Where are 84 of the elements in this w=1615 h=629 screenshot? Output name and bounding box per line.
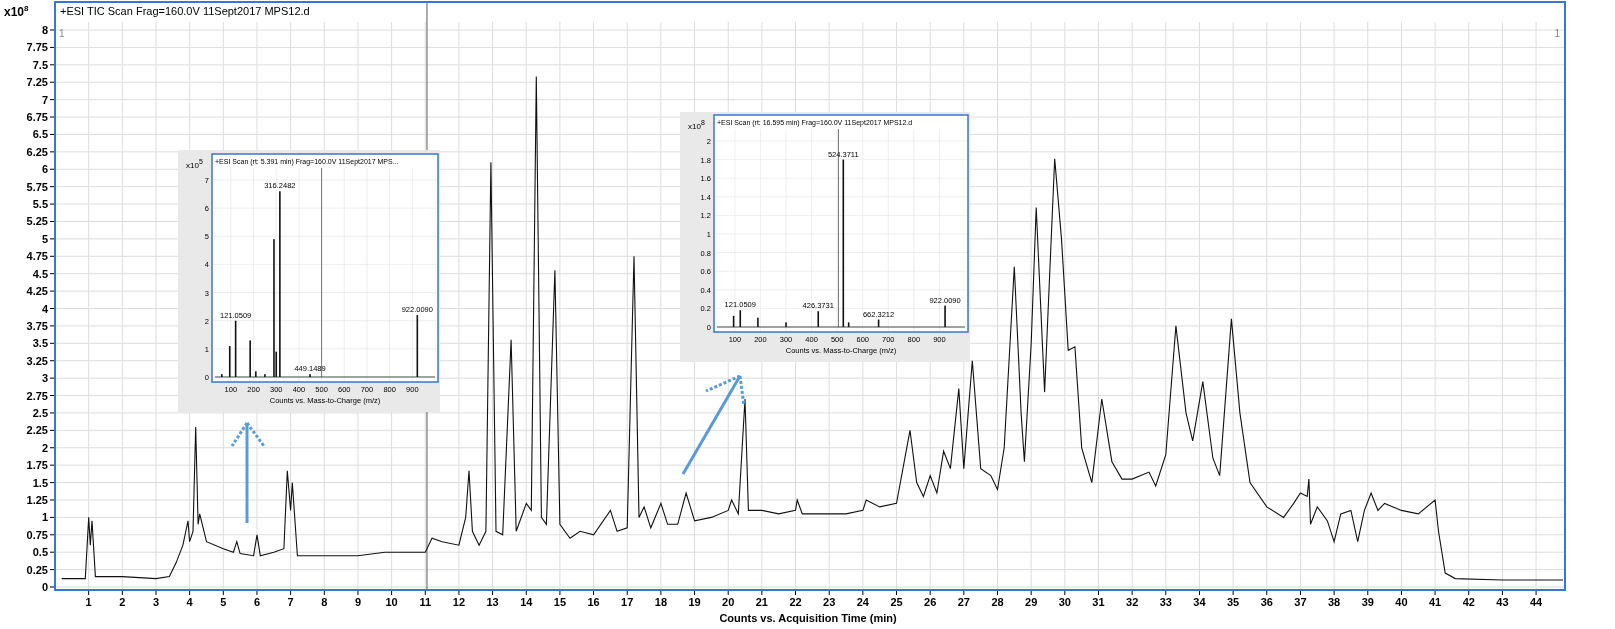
y-tick-label: 5.25 [26, 215, 48, 228]
chart-title: +ESI TIC Scan Frag=160.0V 11Sept2017 MPS12.d [60, 5, 310, 17]
y-tick-label: 1 [41, 511, 48, 524]
y-axis-exponent: x10$^{5}$ [186, 158, 203, 170]
x-tick-label: 24 [856, 596, 869, 608]
x-tick-label: 30 [1058, 596, 1071, 608]
x-tick-label: 7 [287, 596, 294, 608]
y-tick-label: 0.75 [26, 528, 48, 541]
x-tick-label: 14 [520, 596, 533, 608]
x-tick-label: 13 [486, 596, 499, 608]
x-tick-label: 10 [385, 596, 398, 608]
trace-label: 1 [1554, 28, 1560, 39]
y-tick-label: 7 [41, 93, 48, 106]
y-tick-label: 6 [41, 163, 48, 176]
y-tick-label: 1.75 [26, 459, 48, 472]
x-tick-label: 35 [1227, 596, 1240, 608]
y-tick-label: 1.5 [32, 476, 48, 489]
x-tick-label: 18 [654, 596, 667, 608]
y-tick-label: 3.75 [26, 319, 48, 332]
x-tick-label: 11 [419, 596, 432, 608]
x-tick-label: 3 [152, 596, 160, 608]
x-tick-label: 40 [1395, 596, 1408, 608]
y-tick-label: 4 [41, 302, 48, 315]
y-tick-label: 2.25 [26, 424, 48, 437]
x-tick-label: 42 [1462, 596, 1475, 608]
y-axis-exponent: x10$^{8}$ [688, 119, 705, 131]
y-tick-label: 4.5 [32, 267, 48, 280]
y-tick-label: 6.25 [26, 145, 48, 158]
x-tick-label: 31 [1092, 596, 1105, 608]
y-tick-label: 2.75 [26, 389, 48, 402]
x-tick-label: 20 [722, 596, 735, 608]
x-tick-label: 16 [587, 596, 600, 608]
x-tick-label: 27 [957, 596, 970, 608]
x-tick-label: 21 [755, 596, 768, 608]
x-tick-label: 44 [1529, 596, 1543, 608]
x-tick-label: 43 [1496, 596, 1509, 608]
y-tick-label: 0.5 [32, 546, 48, 559]
x-tick-label: 28 [991, 596, 1004, 608]
x-tick-label: 2 [119, 596, 126, 608]
y-tick-label: 3.5 [32, 337, 48, 350]
x-tick-label: 34 [1193, 596, 1206, 608]
y-tick-label: 5 [41, 232, 48, 245]
y-axis-exponent: x10$^{8}$ [4, 5, 29, 18]
x-tick-label: 1 [85, 596, 92, 608]
x-tick-label: 15 [553, 596, 567, 608]
trace-label: 1 [59, 28, 65, 39]
x-tick-label: 25 [890, 596, 903, 608]
x-tick-label: 17 [621, 596, 634, 608]
y-tick-label: 8 [41, 24, 48, 36]
y-tick-label: 1.25 [26, 493, 48, 506]
x-tick-label: 32 [1126, 596, 1139, 608]
x-tick-label: 38 [1328, 596, 1341, 608]
x-tick-label: 19 [688, 596, 701, 608]
x-tick-label: 36 [1260, 596, 1273, 608]
y-tick-label: 4.75 [26, 250, 48, 263]
x-tick-label: 26 [924, 596, 937, 608]
x-axis-title: Counts vs. Acquisition Time (min) [719, 612, 897, 624]
x-tick-label: 12 [452, 596, 466, 608]
x-tick-label: 29 [1025, 596, 1038, 608]
x-tick-label: 4 [186, 596, 193, 608]
y-tick-label: 3.25 [26, 354, 48, 367]
x-tick-label: 23 [823, 596, 836, 608]
y-tick-label: 0 [41, 581, 48, 593]
y-tick-label: 2 [41, 441, 48, 454]
y-tick-label: 3 [41, 372, 48, 385]
x-tick-label: 41 [1428, 596, 1442, 608]
x-tick-label: 39 [1361, 596, 1374, 608]
x-tick-label: 8 [321, 596, 328, 608]
y-tick-label: 4.25 [26, 285, 48, 298]
y-tick-label: 7.75 [26, 41, 48, 54]
y-tick-label: 5.5 [32, 198, 48, 211]
y-tick-label: 6.5 [32, 128, 48, 141]
y-tick-label: 7.25 [26, 76, 48, 89]
y-tick-label: 2.5 [32, 406, 48, 419]
x-tick-label: 37 [1294, 596, 1307, 608]
y-tick-label: 5.75 [26, 180, 48, 193]
y-tick-label: 0.25 [26, 563, 48, 576]
x-tick-label: 6 [253, 596, 261, 608]
x-tick-label: 5 [220, 596, 227, 608]
y-tick-label: 6.75 [26, 111, 48, 124]
y-tick-label: 7.5 [32, 58, 48, 71]
x-tick-label: 9 [354, 596, 361, 608]
x-tick-label: 22 [789, 596, 802, 608]
x-tick-label: 33 [1159, 596, 1172, 608]
